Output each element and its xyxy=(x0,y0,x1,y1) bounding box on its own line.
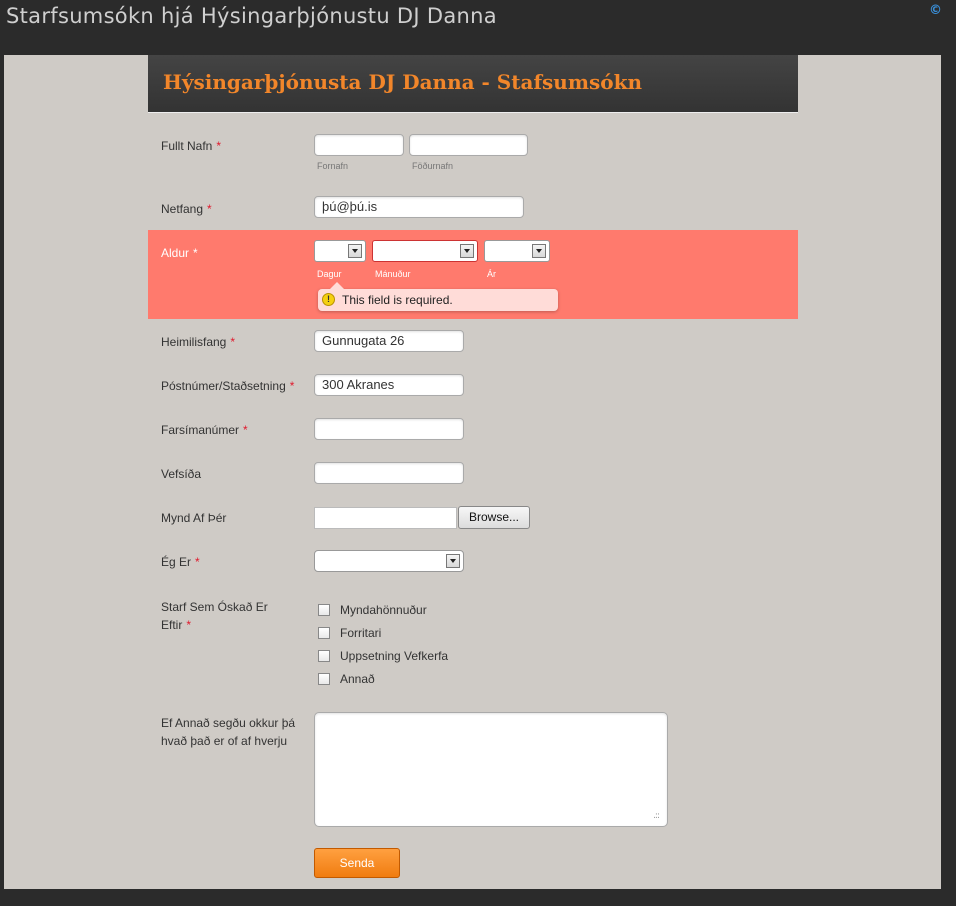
row-age: Aldur * Dagur Mánuður Ár ! This field is … xyxy=(148,230,798,319)
row-job: Starf Sem Óskað Er Eftir * Myndahönnuður … xyxy=(148,598,798,698)
photo-label: Mynd Af Þér xyxy=(161,511,227,525)
row-photo: Mynd Af Þér Browse... xyxy=(148,506,798,534)
required-marker: * xyxy=(216,139,222,153)
year-select[interactable] xyxy=(484,240,550,262)
first-name-sublabel: Fornafn xyxy=(317,161,349,171)
address-label: Heimilisfang * xyxy=(161,335,236,349)
row-i-am: Ég Er * xyxy=(148,550,798,578)
chevron-down-icon xyxy=(446,554,460,568)
postal-input[interactable]: 300 Akranes xyxy=(314,374,464,396)
mobile-label: Farsímanúmer * xyxy=(161,423,248,437)
row-address: Heimilisfang * Gunnugata 26 xyxy=(148,330,798,358)
mobile-input[interactable] xyxy=(314,418,464,440)
other-label: Ef Annað segðu okkur þá hvað það er of a… xyxy=(161,716,296,748)
browse-button[interactable]: Browse... xyxy=(458,506,530,529)
row-mobile: Farsímanúmer * xyxy=(148,418,798,446)
i-am-label: Ég Er * xyxy=(161,555,200,569)
file-path-field[interactable] xyxy=(314,507,457,529)
row-submit: Senda xyxy=(148,847,798,879)
first-name-input[interactable] xyxy=(314,134,404,156)
job-option-label: Myndahönnuður xyxy=(340,603,427,617)
day-sublabel: Dagur xyxy=(317,269,342,279)
chevron-down-icon xyxy=(460,244,474,258)
postal-label: Póstnúmer/Staðsetning * xyxy=(161,379,295,393)
job-option-label: Uppsetning Vefkerfa xyxy=(340,649,449,663)
error-tooltip: ! This field is required. xyxy=(318,282,558,311)
form-header: Hýsingarþjónusta DJ Danna - Stafsumsókn xyxy=(148,55,798,113)
month-select[interactable] xyxy=(372,240,478,262)
month-sublabel: Mánuður xyxy=(375,269,411,279)
checkbox[interactable] xyxy=(318,604,330,616)
checkbox[interactable] xyxy=(318,650,330,662)
submit-button[interactable]: Senda xyxy=(314,848,400,878)
last-name-input[interactable] xyxy=(409,134,528,156)
day-select[interactable] xyxy=(314,240,366,262)
row-full-name: Fullt Nafn * Fornafn Föðurnafn xyxy=(148,133,798,178)
i-am-select[interactable] xyxy=(314,550,464,572)
full-name-label: Fullt Nafn * xyxy=(161,139,222,153)
row-email: Netfang * þú@þú.is xyxy=(148,195,798,225)
row-postal: Póstnúmer/Staðsetning * 300 Akranes xyxy=(148,374,798,402)
website-input[interactable] xyxy=(314,462,464,484)
chevron-down-icon xyxy=(348,244,362,258)
warning-icon: ! xyxy=(322,293,335,306)
checkbox[interactable] xyxy=(318,673,330,685)
job-label: Starf Sem Óskað Er Eftir * xyxy=(161,600,268,632)
last-name-sublabel: Föðurnafn xyxy=(412,161,454,171)
website-label: Vefsíða xyxy=(161,467,202,481)
job-option-label: Forritari xyxy=(340,626,382,640)
job-option-label: Annað xyxy=(340,672,375,686)
checkbox[interactable] xyxy=(318,627,330,639)
site-title: Starfsumsókn hjá Hýsingarþjónustu DJ Dan… xyxy=(6,4,497,28)
email-input[interactable]: þú@þú.is xyxy=(314,196,524,218)
copyright-icon[interactable]: © xyxy=(929,3,942,18)
other-textarea[interactable]: .:: xyxy=(314,712,668,827)
row-website: Vefsíða xyxy=(148,462,798,490)
row-other: Ef Annað segðu okkur þá hvað það er of a… xyxy=(148,712,798,830)
email-label: Netfang * xyxy=(161,202,212,216)
chevron-down-icon xyxy=(532,244,546,258)
age-label: Aldur * xyxy=(161,246,198,260)
year-sublabel: Ár xyxy=(487,269,496,279)
address-input[interactable]: Gunnugata 26 xyxy=(314,330,464,352)
error-message: This field is required. xyxy=(342,293,453,307)
resize-grip-icon[interactable]: .:: xyxy=(653,812,660,821)
form-title: Hýsingarþjónusta DJ Danna - Stafsumsókn xyxy=(163,70,643,94)
page-container: Hýsingarþjónusta DJ Danna - Stafsumsókn … xyxy=(4,55,941,889)
